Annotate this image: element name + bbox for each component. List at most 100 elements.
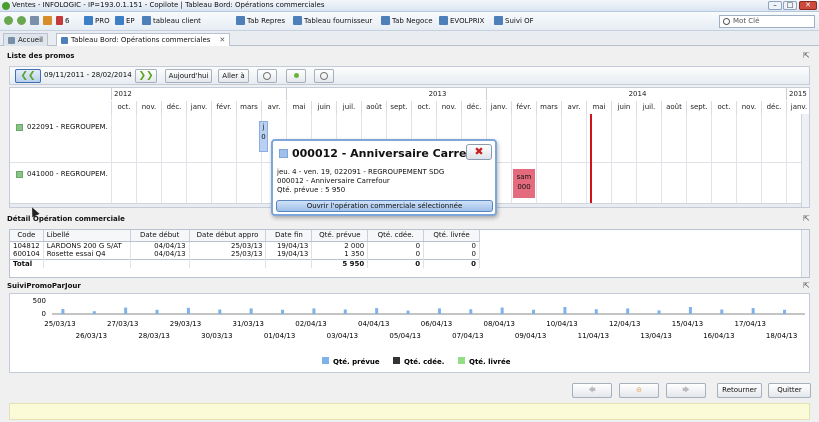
cell-code: 600104: [10, 250, 44, 259]
cell-qte-livree: 0: [423, 241, 480, 250]
back-button[interactable]: [4, 16, 13, 25]
table-scrollbar[interactable]: [801, 230, 809, 277]
next-button[interactable]: 🡆: [666, 383, 706, 398]
grid-line: [636, 114, 637, 207]
maximize-button[interactable]: □: [783, 1, 797, 10]
toolbar-tableau-fournisseur[interactable]: Tableau fournisseur: [293, 16, 372, 25]
month-header: nov.: [736, 101, 761, 114]
close-popup-button[interactable]: ✖: [466, 144, 492, 160]
home-icon: [8, 36, 15, 44]
goto-button[interactable]: Aller à: [218, 69, 249, 83]
x-tick-label: 18/04/13: [766, 332, 797, 340]
today-button[interactable]: Aujourd'hui: [165, 69, 212, 83]
notifications-button[interactable]: [43, 16, 52, 25]
cell-libelle: LARDONS 200 G S/AT: [43, 241, 131, 250]
table-row[interactable]: 104812 LARDONS 200 G S/AT 04/04/13 25/03…: [10, 241, 480, 250]
timeline-scrollbar[interactable]: [801, 114, 809, 207]
cell-empty: [265, 258, 313, 268]
home-button[interactable]: [30, 16, 39, 25]
toolbar-ep[interactable]: EP: [115, 16, 135, 25]
zoom-out-button[interactable]: [257, 69, 277, 83]
toolbar-tableau-client[interactable]: tableau client: [142, 16, 201, 25]
suivi-chart-panel: 500 0 25/03/13 27/03/13 29/03/13 31/03/13 02/0…: [9, 293, 810, 373]
total-qte-cdee: 0: [367, 258, 425, 268]
cell-qte-cdee: 0: [367, 250, 425, 259]
chart-bar: [61, 308, 65, 314]
footer-actions: 🡄 ⊝ 🡆 Retourner Quitter: [0, 379, 819, 403]
search-input[interactable]: Mot Clé: [719, 15, 815, 28]
zoom-in-button[interactable]: [314, 69, 334, 83]
table-icon: [381, 16, 390, 25]
legend-label: Qté. livrée: [469, 358, 511, 366]
x-tick-label: 27/03/13: [107, 320, 138, 328]
center-button[interactable]: [286, 69, 306, 83]
toolbar-suivi-of[interactable]: Suivi OF: [494, 16, 534, 25]
chart-icon: [84, 16, 93, 25]
table-row[interactable]: 600104 Rosette essai Q4 04/04/13 25/03/1…: [10, 250, 480, 259]
month-header: avr.: [261, 101, 286, 114]
tab-bar: Accueil Tableau Bord: Opérations commerc…: [0, 31, 819, 46]
previous-button[interactable]: 🡄: [572, 383, 612, 398]
row-color-icon: [16, 123, 23, 131]
x-tick-label: 05/04/13: [389, 332, 420, 340]
promo-row-label[interactable]: 022091 - REGROUPEM.: [16, 123, 108, 131]
cancel-circle-button[interactable]: ⊝: [619, 383, 659, 398]
column-header[interactable]: Qté. prévue: [311, 230, 369, 242]
total-qte-livree: 0: [423, 258, 480, 268]
back-arrow-icon: [4, 16, 13, 25]
month-header: oct.: [711, 101, 736, 114]
chart-bar: [406, 310, 410, 314]
cell-date-appro: 25/03/13: [189, 241, 267, 250]
expand-icon[interactable]: ⇱: [803, 51, 810, 60]
expand-icon[interactable]: ⇱: [803, 281, 810, 290]
close-tab-icon[interactable]: ✕: [219, 34, 225, 46]
row-color-icon: [16, 170, 23, 178]
column-header[interactable]: Date début appro: [189, 230, 267, 242]
previous-period-button[interactable]: ❮❮: [15, 69, 41, 83]
chart-icon: [115, 16, 124, 25]
toolbar-tab-repres[interactable]: Tab Repres: [236, 16, 285, 25]
column-header[interactable]: Code: [10, 230, 44, 242]
promo-tooltip-popup: 000012 - Anniversaire Carrefour ✖ jeu. 4…: [271, 139, 497, 216]
minimize-button[interactable]: –: [768, 1, 782, 10]
next-period-button[interactable]: ❯❯: [135, 69, 157, 83]
tab-tableau-bord[interactable]: Tableau Bord: Opérations commerciales ✕: [56, 33, 231, 46]
chart-bar: [375, 308, 379, 314]
open-promo-button[interactable]: Ouvrir l'opération commerciale sélection…: [276, 200, 493, 212]
grid-line: [736, 114, 737, 207]
grid-line: [686, 114, 687, 207]
x-tick-label: 09/04/13: [515, 332, 546, 340]
y-tick-label: 0: [42, 310, 46, 318]
column-header[interactable]: Qté. livrée: [423, 230, 480, 242]
column-header[interactable]: Libellé: [43, 230, 131, 242]
promo-event[interactable]: j0: [259, 121, 268, 152]
table-icon: [236, 16, 245, 25]
promo-event[interactable]: sam 000: [513, 169, 535, 198]
app-icon: [2, 2, 10, 10]
month-header: déc.: [461, 101, 486, 114]
column-header[interactable]: Qté. cdée.: [367, 230, 425, 242]
window-title: Ventes - INFOLOGIC - IP=193.0.1.151 - Co…: [12, 1, 325, 9]
quitter-button[interactable]: Quitter: [768, 383, 811, 398]
cell-date-appro: 25/03/13: [189, 250, 267, 259]
retourner-button[interactable]: Retourner: [717, 383, 762, 398]
cell-libelle: Rosette essai Q4: [43, 250, 131, 259]
month-header: avr.: [561, 101, 586, 114]
month-header: oct.: [411, 101, 436, 114]
tab-accueil[interactable]: Accueil: [3, 33, 48, 46]
grid-line: [136, 114, 137, 207]
close-window-button[interactable]: ✕: [799, 1, 817, 10]
forward-button[interactable]: [17, 16, 26, 25]
month-header: mars: [236, 101, 261, 114]
legend-swatch: [322, 357, 329, 364]
column-header[interactable]: Date début: [130, 230, 190, 242]
toolbar-pro[interactable]: PRO: [84, 16, 110, 25]
notification-count[interactable]: 6: [56, 16, 69, 25]
chart-bar: [626, 308, 630, 314]
chart-bar: [469, 309, 473, 314]
toolbar-tab-negoce[interactable]: Tab Negoce: [381, 16, 433, 25]
promo-row-label[interactable]: 041000 - REGROUPEM.: [16, 170, 108, 178]
column-header[interactable]: Date fin: [265, 230, 313, 242]
toolbar-evolprix[interactable]: EVOLPRIX: [439, 16, 484, 25]
expand-icon[interactable]: ⇱: [803, 214, 810, 223]
